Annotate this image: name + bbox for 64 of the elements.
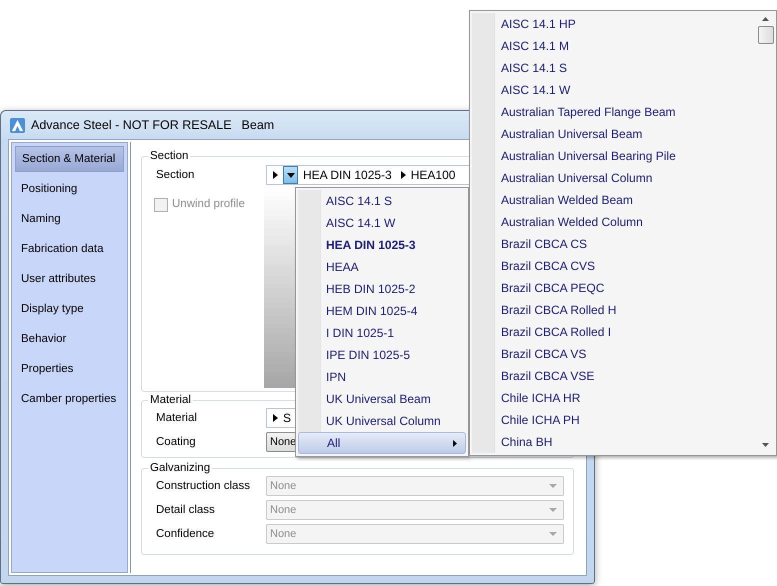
field-label: Material (156, 412, 198, 424)
menu-item[interactable]: Chile ICHA HR (472, 387, 757, 409)
sidebar-item[interactable]: Behavior (15, 326, 124, 352)
menu-item[interactable]: HEM DIN 1025-4 (298, 300, 466, 322)
menu-item[interactable]: IPN (298, 366, 466, 388)
dropdown-arrow-icon (286, 172, 294, 178)
menu-item[interactable]: Brazil CBCA PEQC (472, 277, 757, 299)
menu-item[interactable]: Brazil CBCA Rolled I (472, 321, 757, 343)
menu-item[interactable]: IPE DIN 1025-5 (298, 344, 466, 366)
sidebar-item[interactable]: Properties (15, 356, 124, 382)
menu-item[interactable]: I DIN 1025-1 (298, 322, 466, 344)
menu-item[interactable]: UK Universal Column (298, 410, 466, 432)
menu-item[interactable]: HEA DIN 1025-3 (298, 234, 466, 256)
scroll-down-icon[interactable] (762, 443, 769, 447)
menu-item[interactable]: AISC 14.1 HP (472, 13, 757, 35)
caret-icon (273, 414, 278, 422)
scroll-thumb[interactable] (758, 26, 774, 44)
field-label: Construction class (156, 480, 251, 492)
field-label: Section (156, 169, 196, 181)
dropdown-arrow-icon (549, 508, 557, 512)
sidebar-item[interactable]: Camber properties (15, 386, 124, 412)
group-title: Section (149, 150, 190, 162)
menu-item[interactable]: AISC 14.1 S (298, 190, 466, 212)
sidebar-item[interactable]: User attributes (15, 266, 124, 292)
menu-item[interactable]: AISC 14.1 W (298, 212, 466, 234)
sidebar-item[interactable]: Naming (15, 206, 124, 232)
field-label: Coating (156, 436, 197, 448)
group-title: Material (149, 394, 192, 406)
sidebar-item[interactable]: Display type (15, 296, 124, 322)
app-logo-icon (10, 118, 25, 132)
field-label: Confidence (156, 528, 216, 540)
menu-item[interactable]: Australian Tapered Flange Beam (472, 101, 757, 123)
caret-icon (273, 171, 278, 179)
menu-item[interactable]: Brazil CBCA CS (472, 233, 757, 255)
menu-item[interactable]: HEB DIN 1025-2 (298, 278, 466, 300)
group-title: Galvanizing (149, 462, 212, 474)
menu-item[interactable]: Australian Universal Bearing Pile (472, 145, 757, 167)
menu-item[interactable]: All (298, 432, 466, 454)
window-title: Advance Steel - NOT FOR RESALE (31, 118, 232, 132)
sidebar-item[interactable]: Section & Material (15, 146, 124, 172)
field-label: Detail class (156, 504, 216, 516)
menu-item[interactable]: Chile ICHA PH (472, 409, 757, 431)
caret-icon (400, 171, 406, 179)
window-subtitle: Beam (242, 118, 274, 132)
menu-item[interactable]: Brazil CBCA Rolled H (472, 299, 757, 321)
menu-item[interactable]: Australian Welded Column (472, 211, 757, 233)
menu-item[interactable]: AISC 14.1 M (472, 35, 757, 57)
menu-item[interactable]: Brazil CBCA VSE (472, 365, 757, 387)
menu-item[interactable]: HEAA (298, 256, 466, 278)
menu-item[interactable]: UK Universal Beam (298, 388, 466, 410)
sidebar-item[interactable]: Positioning (15, 176, 124, 202)
menu-item[interactable]: Brazil CBCA VS (472, 343, 757, 365)
menu-item[interactable]: Australian Welded Beam (472, 189, 757, 211)
submenu-arrow-icon (453, 440, 457, 446)
menu-item[interactable]: AISC 14.1 S (472, 57, 757, 79)
menu-item[interactable]: Brazil CBCA CVS (472, 255, 757, 277)
sidebar-item[interactable]: Fabrication data (15, 236, 124, 262)
menu-item[interactable]: China BH (472, 431, 757, 453)
dropdown-button[interactable] (283, 166, 298, 184)
menu-item[interactable]: AISC 14.1 W (472, 79, 757, 101)
dropdown-arrow-icon (549, 532, 557, 536)
menu-item[interactable]: Australian Universal Beam (472, 123, 757, 145)
scroll-up-icon[interactable] (762, 17, 769, 21)
dropdown-arrow-icon (549, 484, 557, 488)
